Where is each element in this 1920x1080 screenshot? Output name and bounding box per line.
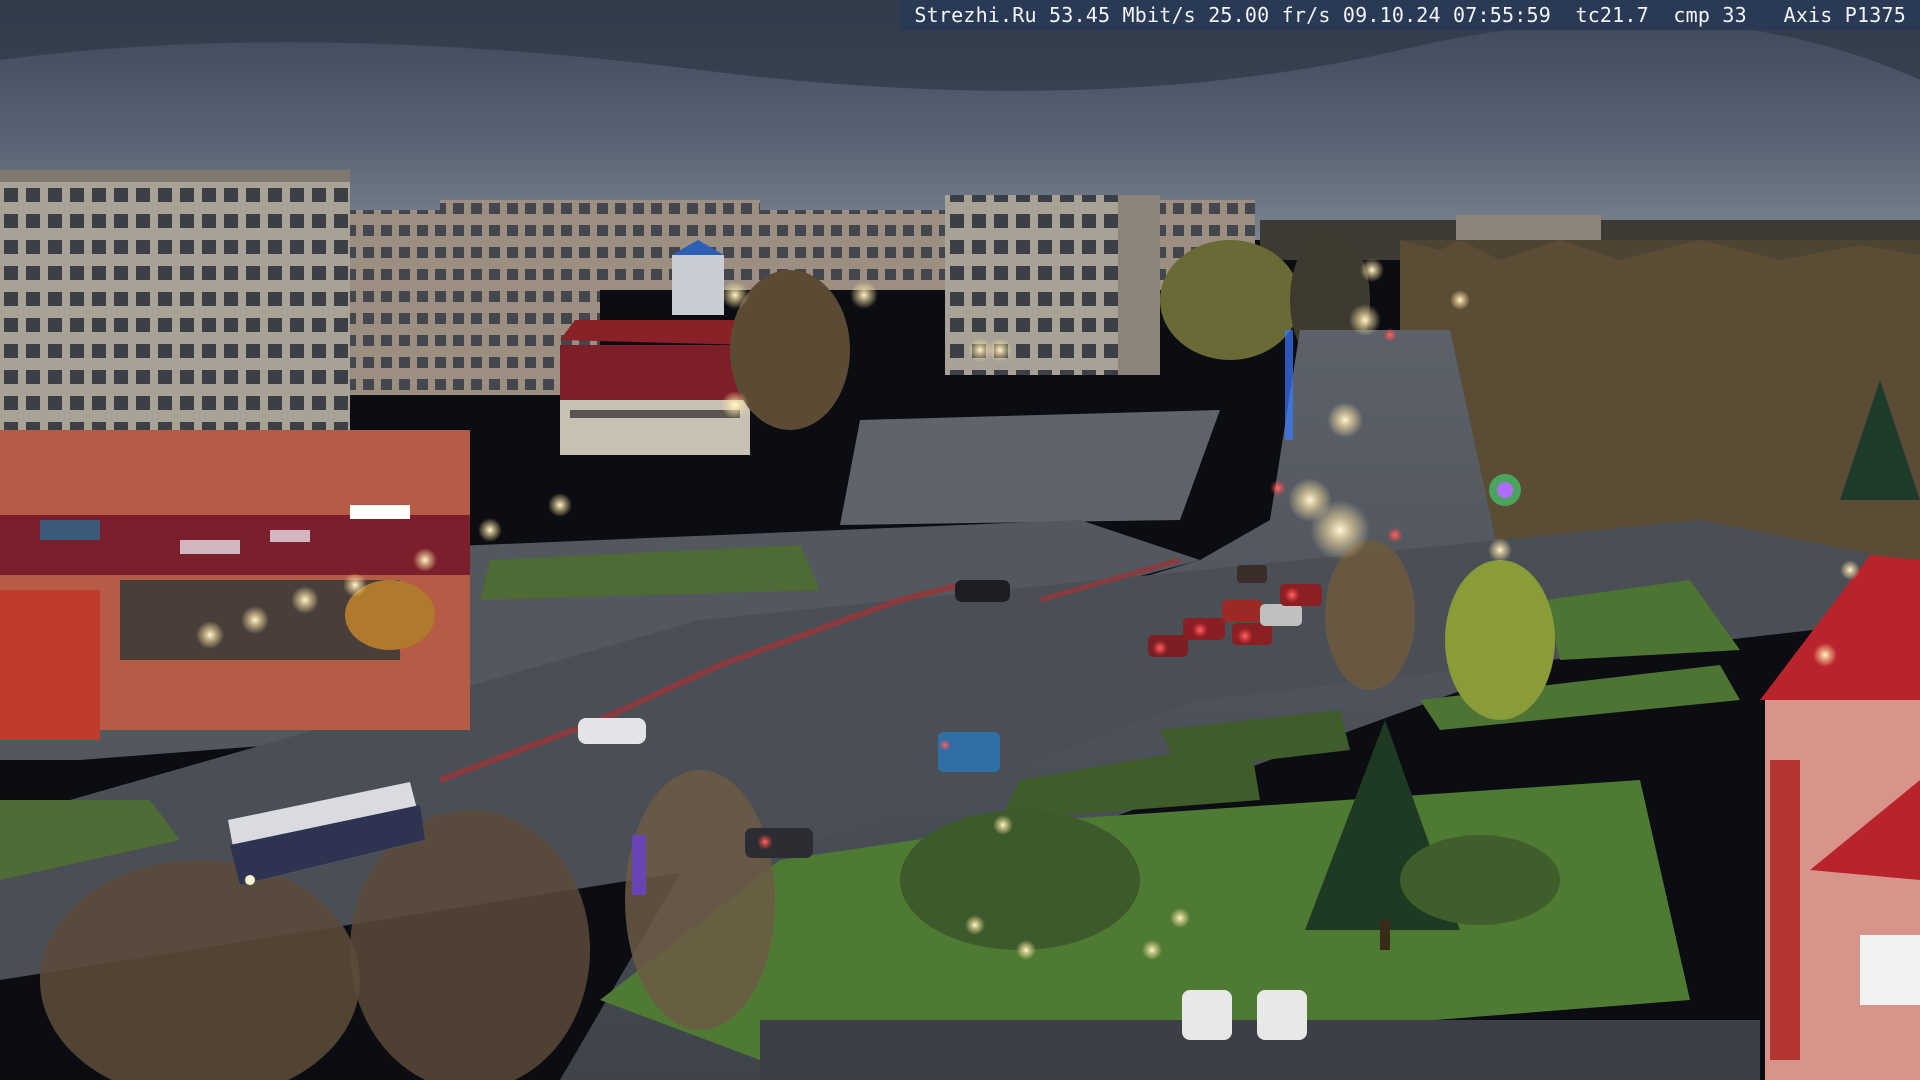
- blue-tower: [672, 255, 724, 315]
- city-scene: [0, 0, 1920, 1080]
- overlay-site: Strezhi.Ru: [914, 3, 1037, 27]
- overlay-bitrate: 53.45 Mbit/s: [1049, 3, 1196, 27]
- overlay-cmp: cmp 33: [1673, 3, 1747, 27]
- overlay-framerate: 25.00 fr/s: [1208, 3, 1331, 27]
- webcam-frame: Strezhi.Ru 53.45 Mbit/s 25.00 fr/s 09.10…: [0, 0, 1920, 1080]
- plaza: [840, 410, 1220, 525]
- overlay-datetime: 09.10.24 07:55:59: [1342, 3, 1551, 27]
- pink-building-right: [1760, 555, 1920, 1080]
- overlay-camera-model: Axis P1375: [1783, 3, 1906, 27]
- camera-overlay: Strezhi.Ru 53.45 Mbit/s 25.00 fr/s 09.10…: [900, 0, 1920, 30]
- overlay-tc: tc21.7: [1575, 3, 1649, 27]
- red-roof-building: [560, 320, 750, 455]
